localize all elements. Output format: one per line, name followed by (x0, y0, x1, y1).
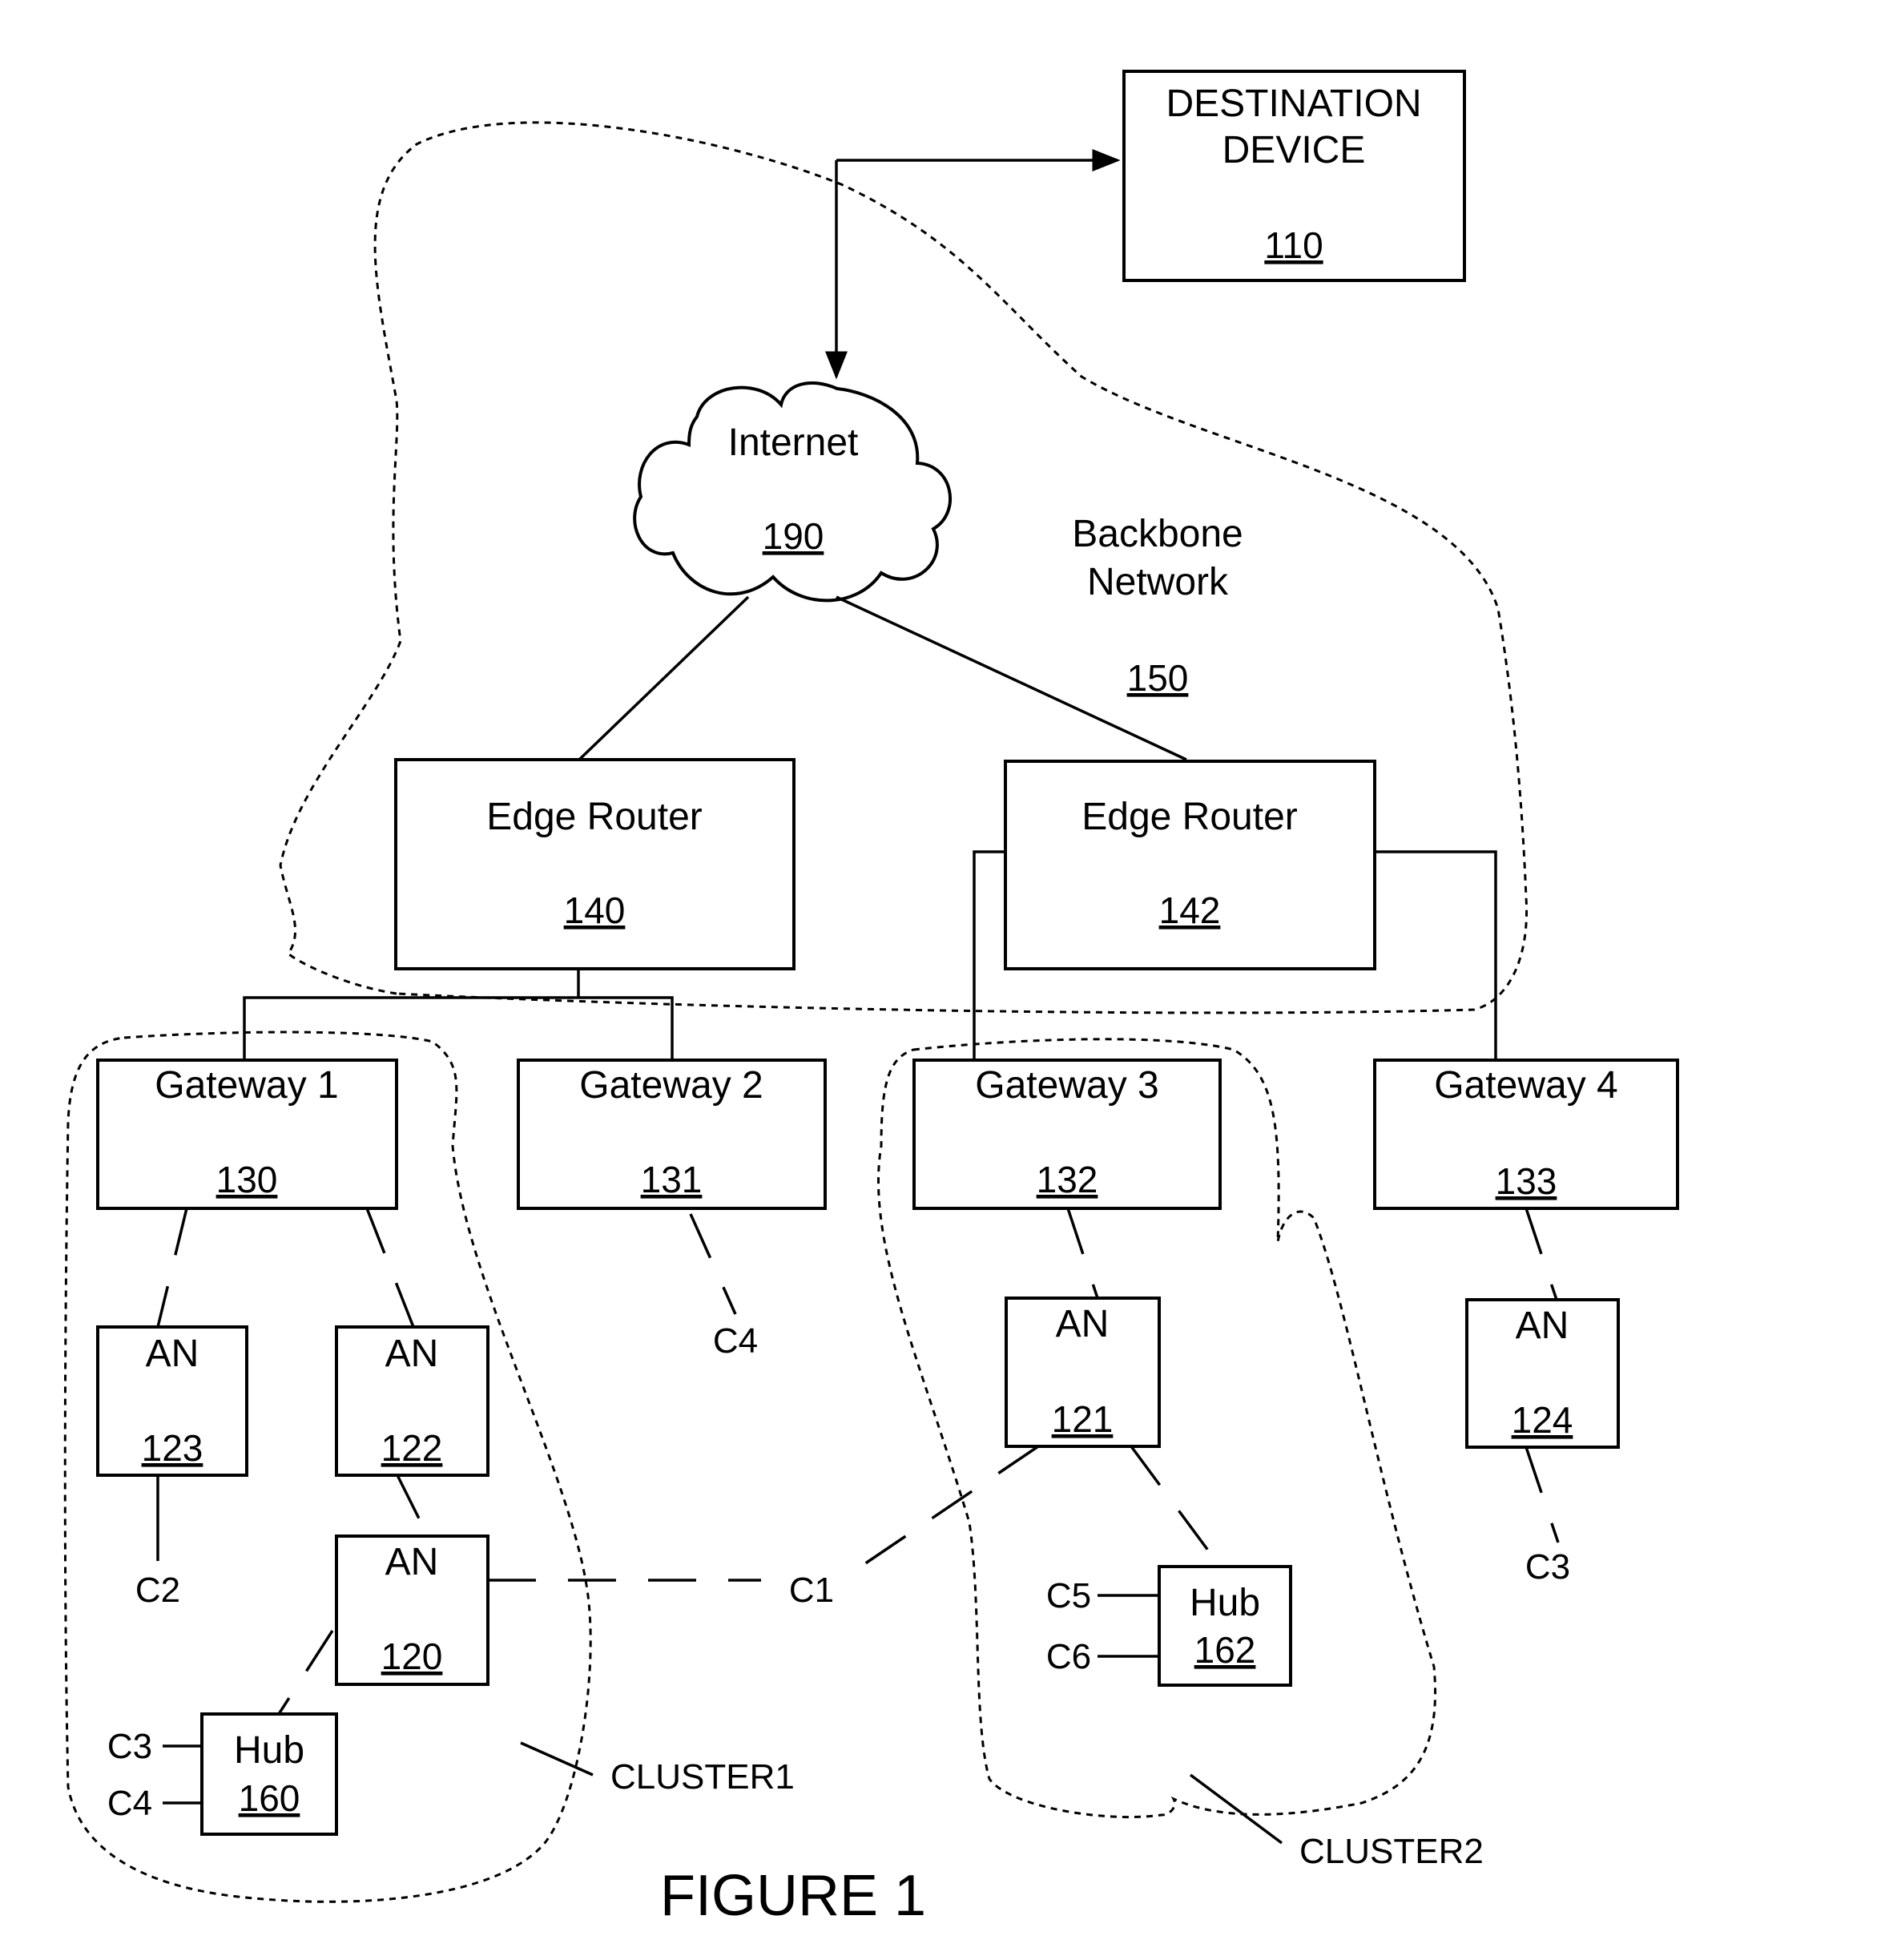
access-node-121[interactable]: AN 121 (1005, 1297, 1161, 1448)
gateway-4-label: Gateway 4 (1434, 1064, 1617, 1107)
an120-hub160-link (277, 1630, 334, 1715)
gateway-1-label: Gateway 1 (155, 1064, 338, 1107)
an121-hub162-link (1130, 1445, 1222, 1568)
client-c2: C2 (135, 1571, 180, 1610)
internet-label: Internet (728, 421, 859, 464)
client-c1: C1 (789, 1571, 834, 1610)
client-c5: C5 (1046, 1576, 1091, 1615)
destination-ref: 110 (1264, 224, 1323, 266)
gw1-an122-link (365, 1208, 415, 1328)
gateway-3[interactable]: Gateway 3 132 (912, 1059, 1222, 1210)
edge-router-142-ref: 142 (1159, 889, 1221, 931)
an-122-label: AN (385, 1333, 439, 1375)
destination-label-line2: DEVICE (1222, 129, 1366, 171)
client-c4-hub160: C4 (107, 1784, 152, 1823)
client-c3-an124: C3 (1525, 1547, 1570, 1587)
edge-router-140-ref: 140 (564, 889, 626, 931)
backbone-ref: 150 (1127, 657, 1189, 699)
an-121-label: AN (1056, 1303, 1110, 1345)
an-123-ref: 123 (142, 1427, 203, 1469)
internet-er140-link (578, 595, 750, 761)
gateway-2-label: Gateway 2 (579, 1064, 763, 1107)
gw3-an121-link (1066, 1208, 1099, 1299)
er140-gateway-links (243, 969, 674, 1060)
edge-router-142[interactable]: Edge Router 142 (1004, 760, 1376, 970)
an122-an120-link (396, 1474, 429, 1537)
cluster1-leader (520, 1741, 594, 1777)
hub-160-label: Hub (234, 1729, 304, 1772)
an-120-label: AN (385, 1541, 439, 1583)
cluster2-leader (1189, 1773, 1283, 1845)
gateway-3-label: Gateway 3 (975, 1064, 1158, 1107)
backbone-line2: Network (1087, 561, 1229, 603)
figure-caption: FIGURE 1 (660, 1864, 926, 1928)
edge-router-140-label: Edge Router (486, 796, 703, 838)
gw4-an124-link (1525, 1208, 1558, 1301)
cluster1-label: CLUSTER1 (610, 1757, 795, 1797)
cluster2-label: CLUSTER2 (1299, 1832, 1484, 1871)
edge-router-140[interactable]: Edge Router 140 (394, 758, 796, 970)
gateway-4[interactable]: Gateway 4 133 (1373, 1059, 1679, 1210)
network-diagram: DESTINATION DEVICE 110 Internet 190 Back… (63, 70, 1679, 1928)
destination-device[interactable]: DESTINATION DEVICE 110 (1122, 70, 1466, 282)
client-c4-gateway2: C4 (713, 1321, 758, 1361)
an-120-ref: 120 (381, 1635, 443, 1677)
an-122-ref: 122 (381, 1427, 443, 1469)
an124-c3-link (1525, 1446, 1560, 1543)
gateway-2-ref: 131 (641, 1159, 703, 1200)
hub-162[interactable]: Hub 162 (1158, 1565, 1292, 1687)
hub-160[interactable]: Hub 160 (200, 1712, 338, 1836)
hub-162-label: Hub (1190, 1582, 1260, 1624)
access-node-122[interactable]: AN 122 (335, 1325, 489, 1477)
internet-ref: 190 (763, 515, 824, 557)
an-123-label: AN (146, 1333, 199, 1375)
gateway-3-ref: 132 (1037, 1159, 1098, 1200)
destination-label-line1: DESTINATION (1166, 83, 1421, 125)
access-node-123[interactable]: AN 123 (96, 1325, 248, 1477)
client-c6: C6 (1046, 1637, 1091, 1676)
gateway-1[interactable]: Gateway 1 130 (96, 1059, 398, 1210)
an-121-ref: 121 (1052, 1398, 1114, 1440)
access-node-124[interactable]: AN 124 (1465, 1298, 1620, 1449)
gateway-2[interactable]: Gateway 2 131 (517, 1059, 827, 1210)
client-c3-hub160: C3 (107, 1727, 152, 1766)
gateway-4-ref: 133 (1496, 1160, 1557, 1202)
hub-162-ref: 162 (1194, 1629, 1256, 1671)
an-124-label: AN (1516, 1305, 1569, 1347)
internet-cloud[interactable]: Internet 190 (633, 381, 952, 603)
cloud-icon (633, 381, 952, 603)
backbone-network-label: Backbone Network 150 (1072, 513, 1243, 699)
hub-160-ref: 160 (239, 1777, 300, 1819)
an121-c1-link (856, 1445, 1039, 1571)
access-node-120[interactable]: AN 120 (335, 1535, 489, 1686)
an-124-ref: 124 (1512, 1399, 1573, 1441)
gw2-c4-link (689, 1213, 737, 1315)
gw1-an123-link (156, 1208, 188, 1328)
edge-router-142-label: Edge Router (1081, 796, 1298, 838)
gateway-1-ref: 130 (216, 1159, 278, 1200)
backbone-line1: Backbone (1072, 513, 1243, 555)
